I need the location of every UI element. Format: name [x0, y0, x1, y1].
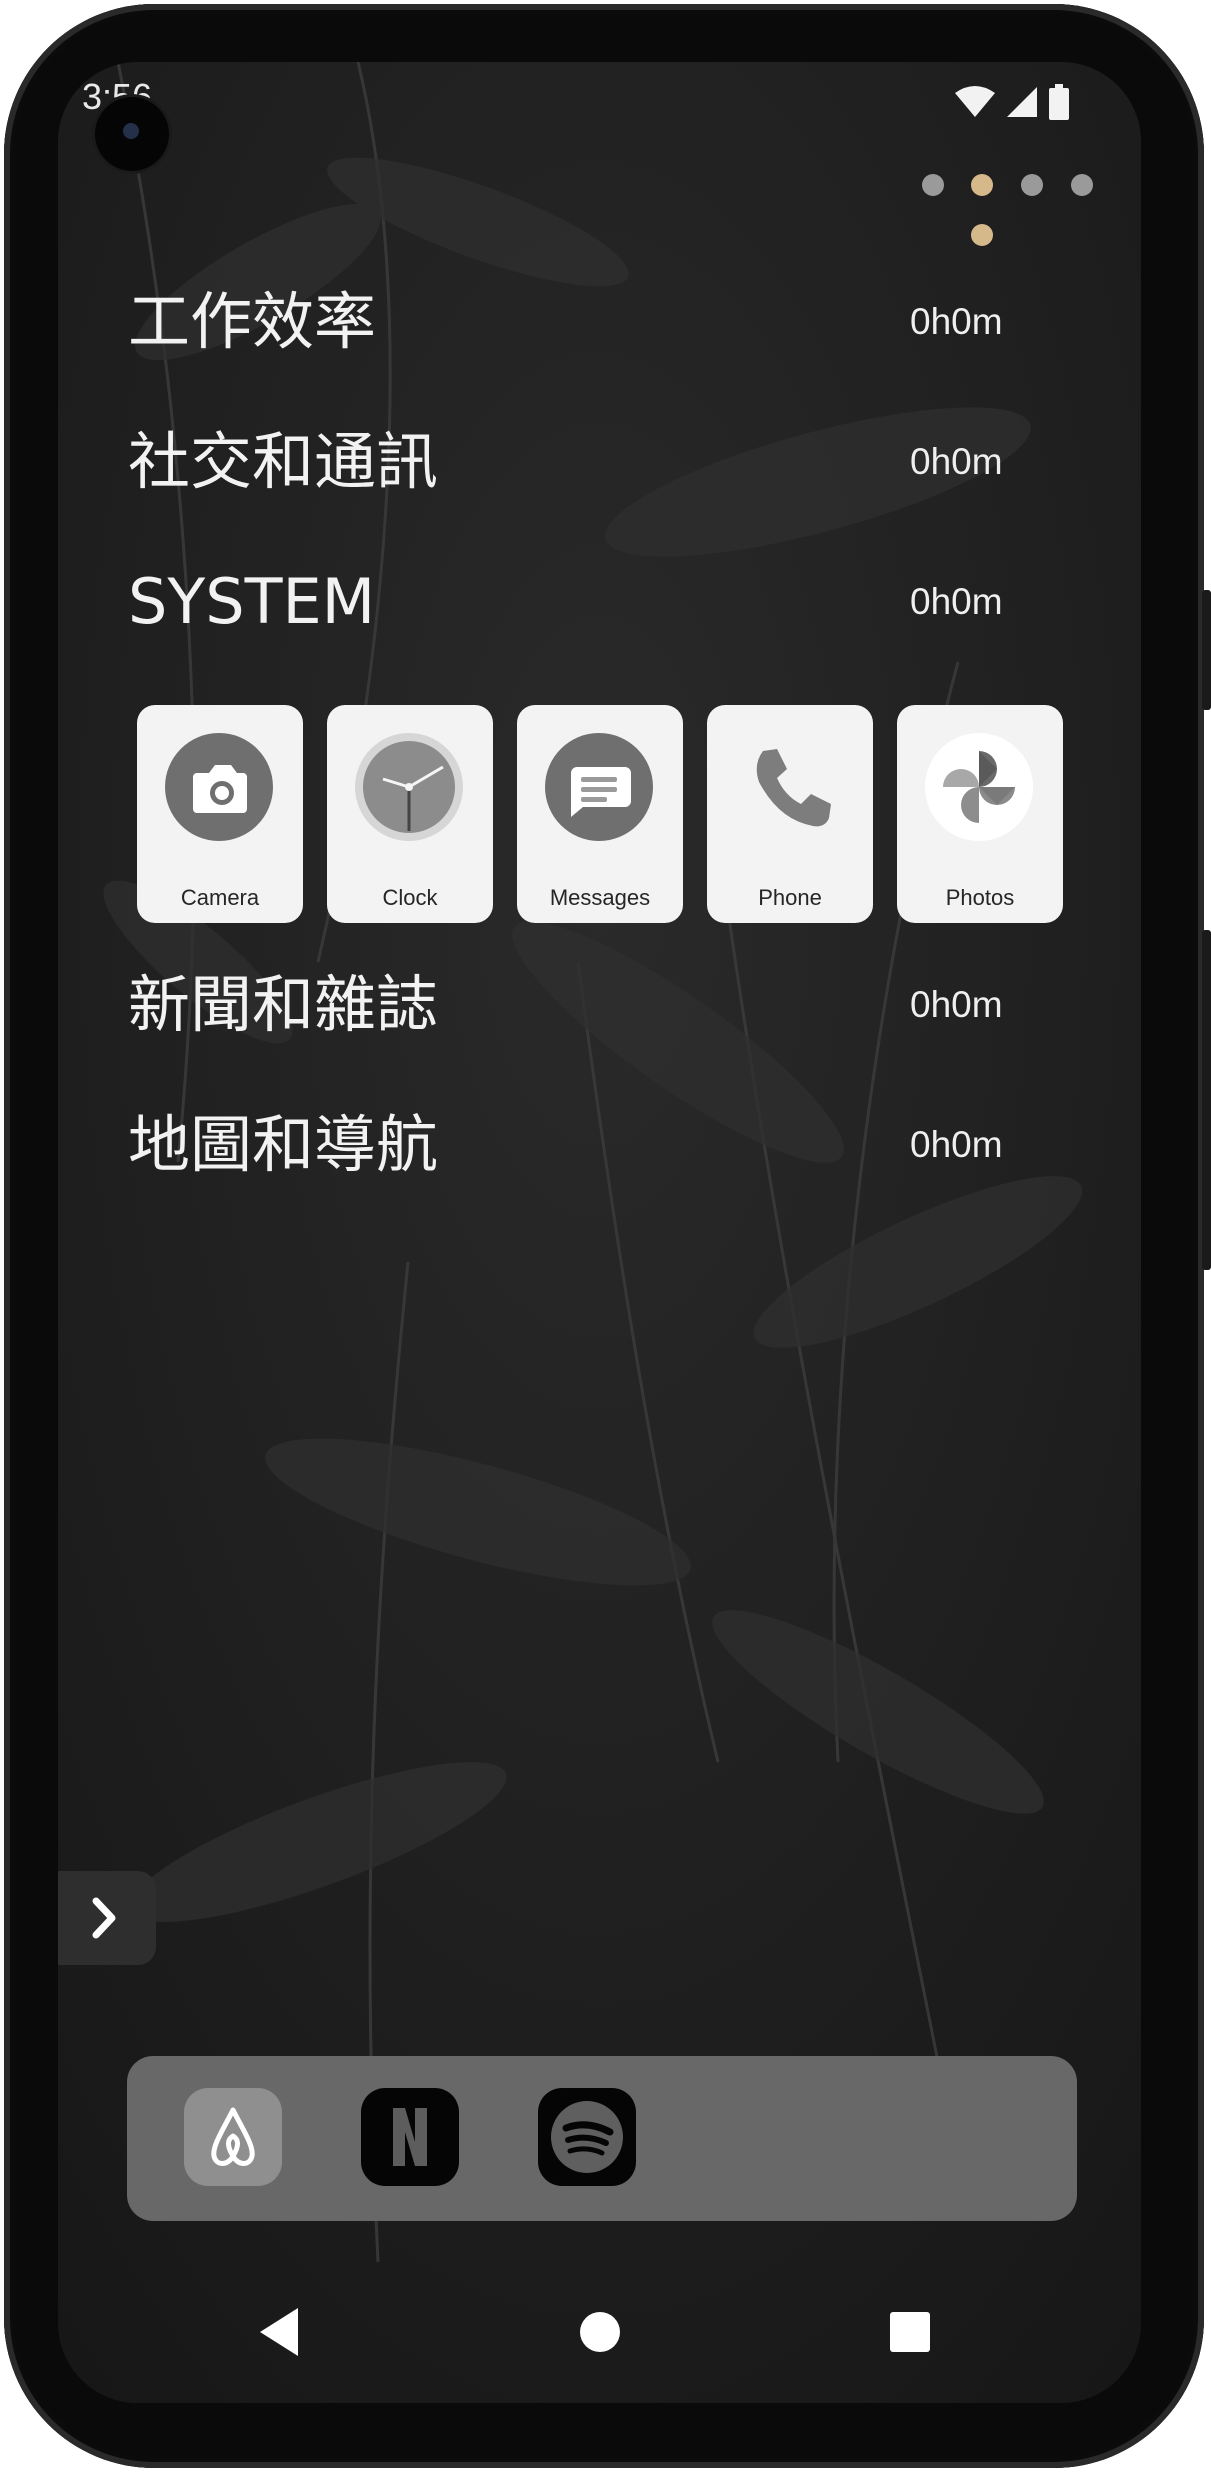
app-label: Photos: [945, 885, 1015, 910]
category-usage-time: 0h0m: [910, 984, 1003, 1025]
page-dot[interactable]: [1021, 174, 1043, 196]
home-icon[interactable]: [560, 2292, 640, 2372]
app-messages[interactable]: Messages: [517, 705, 683, 923]
app-label: Messages: [549, 885, 651, 910]
cell-signal-icon: [1007, 87, 1037, 117]
status-icons: [955, 82, 1069, 122]
category-label: 社交和通訊: [128, 425, 439, 498]
dock-app-airbnb[interactable]: [184, 2088, 282, 2186]
app-photos[interactable]: Photos: [897, 705, 1063, 923]
battery-icon: [1049, 84, 1069, 120]
spotify-icon: [538, 2088, 636, 2186]
app-label: Clock: [382, 885, 438, 910]
home-screen: 3:56 工作效率 0h0m 社交和通訊 0h0m SYSTEM 0h0m Ca…: [58, 62, 1141, 2403]
app-phone[interactable]: Phone: [707, 705, 873, 923]
back-icon[interactable]: [244, 2292, 324, 2372]
recents-icon[interactable]: [870, 2292, 950, 2372]
category-label: SYSTEM: [128, 565, 376, 638]
power-button: [1202, 590, 1211, 710]
category-row[interactable]: 地圖和導航 0h0m: [128, 1100, 1068, 1190]
category-label: 新聞和雜誌: [128, 968, 439, 1041]
chevron-right-icon: [92, 1897, 116, 1939]
page-indicator[interactable]: [922, 174, 1093, 264]
phone-device: 3:56 工作效率 0h0m 社交和通訊 0h0m SYSTEM 0h0m Ca…: [0, 0, 1211, 2474]
dock: [127, 2056, 1077, 2221]
app-label: Phone: [758, 885, 822, 910]
fern-wallpaper: [58, 62, 1141, 2403]
category-label: 地圖和導航: [128, 1108, 439, 1181]
clock-icon: [355, 733, 463, 841]
page-dot[interactable]: [971, 224, 993, 246]
camera-icon: [165, 733, 273, 841]
category-row[interactable]: 社交和通訊 0h0m: [128, 417, 1068, 507]
page-dot-active[interactable]: [971, 174, 993, 196]
dock-app-spotify[interactable]: [538, 2088, 636, 2186]
messages-icon: [545, 733, 653, 841]
category-usage-time: 0h0m: [910, 581, 1003, 622]
navigation-bar: [58, 2292, 1141, 2403]
photos-icon: [925, 733, 1033, 841]
category-row[interactable]: 工作效率 0h0m: [128, 277, 1068, 367]
page-dot[interactable]: [922, 174, 944, 196]
app-clock[interactable]: Clock: [327, 705, 493, 923]
category-row[interactable]: SYSTEM 0h0m: [128, 557, 1068, 647]
volume-button: [1202, 930, 1211, 1270]
drawer-expand-handle[interactable]: [58, 1871, 156, 1965]
dock-app-netflix[interactable]: [361, 2088, 459, 2186]
category-usage-time: 0h0m: [910, 1124, 1003, 1165]
airbnb-icon: [184, 2088, 282, 2186]
netflix-icon: [361, 2088, 459, 2186]
category-usage-time: 0h0m: [910, 301, 1003, 342]
app-label: Camera: [180, 885, 260, 910]
category-label: 工作效率: [128, 285, 377, 358]
front-camera: [95, 97, 169, 171]
system-app-grid: Camera Clock Messages Phone Photos: [137, 705, 1067, 925]
category-row[interactable]: 新聞和雜誌 0h0m: [128, 960, 1068, 1050]
phone-icon: [756, 749, 831, 827]
wifi-icon: [955, 86, 995, 117]
category-usage-time: 0h0m: [910, 441, 1003, 482]
app-camera[interactable]: Camera: [137, 705, 303, 923]
page-dot[interactable]: [1071, 174, 1093, 196]
